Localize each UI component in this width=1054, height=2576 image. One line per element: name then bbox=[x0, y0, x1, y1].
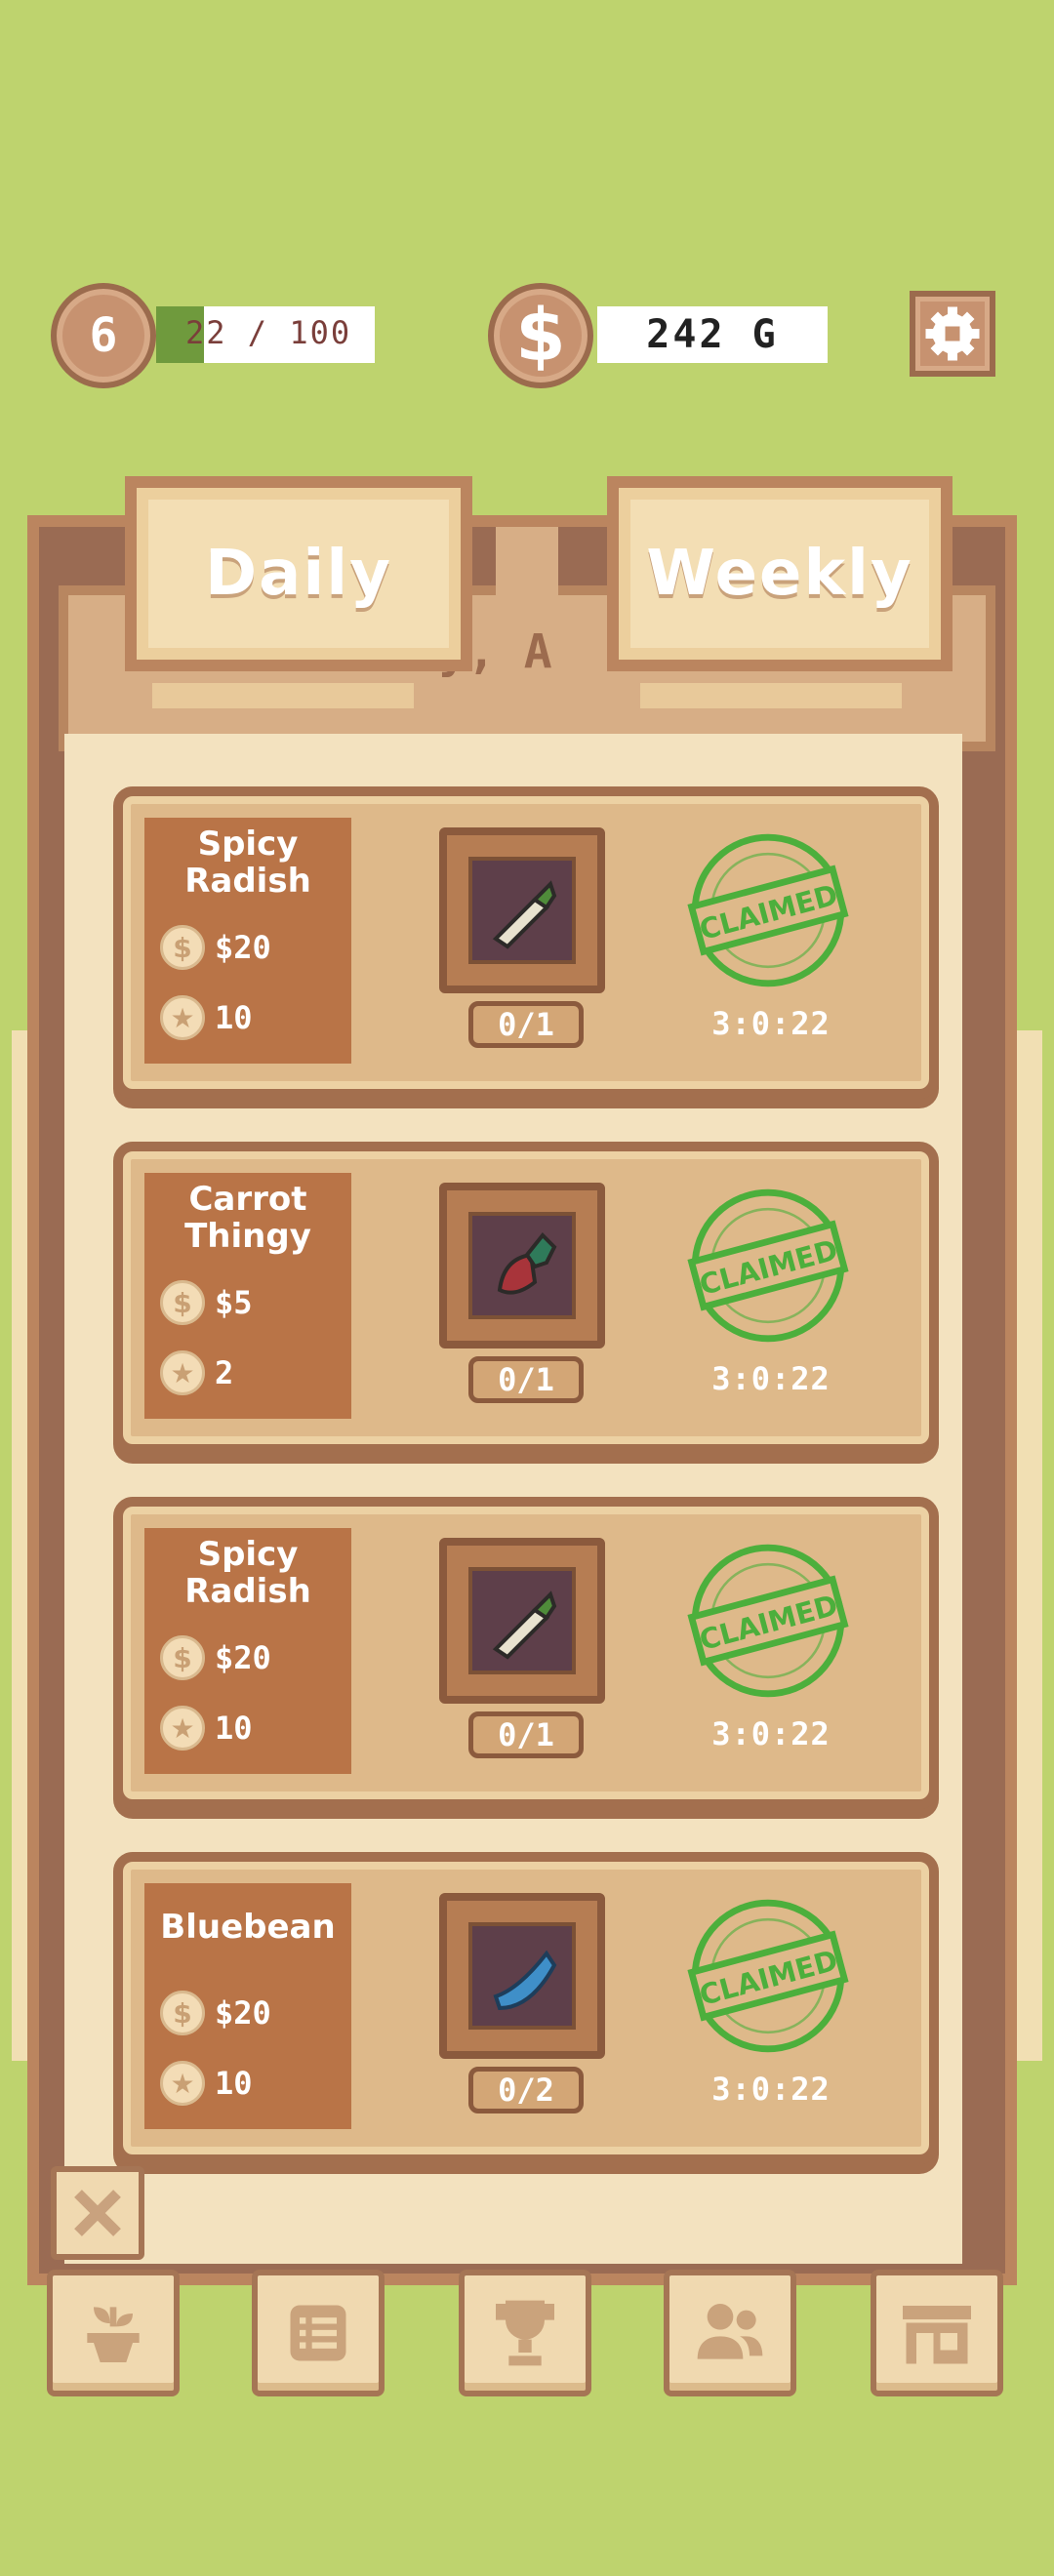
quest-item-slot bbox=[468, 857, 576, 964]
level-badge: 6 bbox=[51, 283, 156, 388]
star-reward: ★ 10 bbox=[160, 2061, 253, 2106]
money-reward-value: $5 bbox=[215, 1284, 253, 1321]
quest-progress-count: 0/1 bbox=[468, 1711, 584, 1758]
quest-progress-count: 0/1 bbox=[468, 1356, 584, 1403]
coin-icon: $ bbox=[160, 1635, 205, 1680]
coin-icon: $ bbox=[160, 925, 205, 970]
list-icon bbox=[290, 2305, 346, 2361]
quest-info-panel: Bluebean $ $20 ★ 10 bbox=[144, 1883, 351, 2129]
nav-plants-button[interactable] bbox=[47, 2270, 180, 2396]
tab-daily[interactable]: Daily bbox=[125, 476, 472, 671]
money-reward-value: $20 bbox=[215, 1994, 271, 2032]
quest-card[interactable]: Carrot Thingy $ $5 ★ 2 0/1 CLAIMED 3:0:2… bbox=[113, 1142, 939, 1454]
money-reward: $ $20 bbox=[160, 1991, 271, 2035]
coin-icon: $ bbox=[160, 1280, 205, 1325]
star-icon: ★ bbox=[160, 1350, 205, 1395]
money-coin-icon: $ bbox=[488, 283, 593, 388]
close-button[interactable] bbox=[51, 2166, 144, 2260]
star-icon: ★ bbox=[160, 2061, 205, 2106]
quest-timer: 3:0:22 bbox=[711, 2071, 831, 2108]
xp-text: 22 / 100 bbox=[185, 314, 352, 351]
dollar-icon: $ bbox=[515, 294, 566, 378]
money-reward-value: $20 bbox=[215, 929, 271, 966]
quest-item-slot bbox=[468, 1922, 576, 2030]
tab-daily-shadow bbox=[152, 683, 414, 708]
quest-info-panel: Spicy Radish $ $20 ★ 10 bbox=[144, 1528, 351, 1774]
star-reward: ★ 2 bbox=[160, 1350, 233, 1395]
quest-name-line1: Carrot bbox=[188, 1180, 307, 1219]
radish-icon bbox=[492, 880, 557, 949]
claimed-stamp: CLAIMED bbox=[687, 1899, 849, 2053]
close-icon bbox=[74, 2190, 121, 2236]
quest-name-line2: Radish bbox=[184, 862, 311, 901]
bluebean-icon bbox=[493, 1950, 557, 2011]
quest-timer: 3:0:22 bbox=[711, 1360, 831, 1397]
nav-shop-button[interactable] bbox=[871, 2270, 1003, 2396]
money-reward: $ $20 bbox=[160, 925, 271, 970]
quest-name: Carrot Thingy bbox=[144, 1181, 351, 1255]
quest-item-slot bbox=[468, 1212, 576, 1319]
carrot-icon bbox=[497, 1232, 557, 1295]
money-reward: $ $20 bbox=[160, 1635, 271, 1680]
quest-name: Spicy Radish bbox=[144, 825, 351, 900]
xp-bar: 22 / 100 bbox=[156, 306, 375, 363]
quest-info-panel: Spicy Radish $ $20 ★ 10 bbox=[144, 818, 351, 1064]
quest-name-line2: Radish bbox=[184, 1572, 311, 1611]
money-reward: $ $5 bbox=[160, 1280, 253, 1325]
star-reward: ★ 10 bbox=[160, 995, 253, 1040]
quest-name-line1: Bluebean bbox=[160, 1908, 336, 1947]
quest-item-slot bbox=[468, 1567, 576, 1674]
gear-icon bbox=[925, 306, 980, 361]
friends-icon bbox=[697, 2304, 763, 2359]
claimed-stamp: CLAIMED bbox=[687, 833, 849, 987]
quest-card[interactable]: Spicy Radish $ $20 ★ 10 0/1 CLAIMED 3:0:… bbox=[113, 1497, 939, 1809]
nav-quests-button[interactable] bbox=[252, 2270, 385, 2396]
quest-progress-count: 0/1 bbox=[468, 1001, 584, 1048]
star-reward-value: 10 bbox=[215, 999, 253, 1036]
level-number: 6 bbox=[89, 308, 118, 363]
tab-divider bbox=[496, 527, 558, 605]
quest-progress-count: 0/2 bbox=[468, 2067, 584, 2113]
plant-icon bbox=[87, 2307, 140, 2362]
quest-item-frame bbox=[439, 1893, 605, 2059]
quest-timer: 3:0:22 bbox=[711, 1715, 831, 1752]
quest-item-frame bbox=[439, 1183, 605, 1348]
tab-weekly[interactable]: Weekly bbox=[607, 476, 953, 671]
quest-item-frame bbox=[439, 1538, 605, 1704]
settings-button[interactable] bbox=[910, 291, 995, 377]
claimed-stamp: CLAIMED bbox=[687, 1188, 849, 1343]
money-reward-value: $20 bbox=[215, 1639, 271, 1676]
quest-name-line1: Spicy bbox=[197, 1535, 299, 1574]
quest-card[interactable]: Spicy Radish $ $20 ★ 10 0/1 CLAIMED 3:0:… bbox=[113, 786, 939, 1099]
star-icon: ★ bbox=[160, 1706, 205, 1751]
shop-icon bbox=[903, 2306, 971, 2364]
nav-achievements-button[interactable] bbox=[459, 2270, 591, 2396]
quest-item-frame bbox=[439, 827, 605, 993]
tab-weekly-shadow bbox=[640, 683, 902, 708]
trophy-icon bbox=[496, 2300, 554, 2366]
money-amount: 242 G bbox=[597, 306, 828, 363]
star-reward-value: 2 bbox=[215, 1354, 234, 1391]
nav-friends-button[interactable] bbox=[664, 2270, 796, 2396]
coin-icon: $ bbox=[160, 1991, 205, 2035]
star-icon: ★ bbox=[160, 995, 205, 1040]
quest-info-panel: Carrot Thingy $ $5 ★ 2 bbox=[144, 1173, 351, 1419]
quest-card[interactable]: Bluebean $ $20 ★ 10 0/2 CLAIMED 3:0:22 bbox=[113, 1852, 939, 2164]
claimed-stamp: CLAIMED bbox=[687, 1544, 849, 1698]
star-reward-value: 10 bbox=[215, 2065, 253, 2102]
star-reward-value: 10 bbox=[215, 1710, 253, 1747]
background-panel-right bbox=[1003, 1030, 1042, 2061]
quest-name: Bluebean bbox=[144, 1909, 351, 1946]
radish-icon bbox=[492, 1590, 557, 1660]
quest-name-line1: Spicy bbox=[197, 825, 299, 864]
quest-timer: 3:0:22 bbox=[711, 1005, 831, 1042]
quest-name-line2: Thingy bbox=[184, 1217, 311, 1256]
star-reward: ★ 10 bbox=[160, 1706, 253, 1751]
quest-name: Spicy Radish bbox=[144, 1536, 351, 1610]
